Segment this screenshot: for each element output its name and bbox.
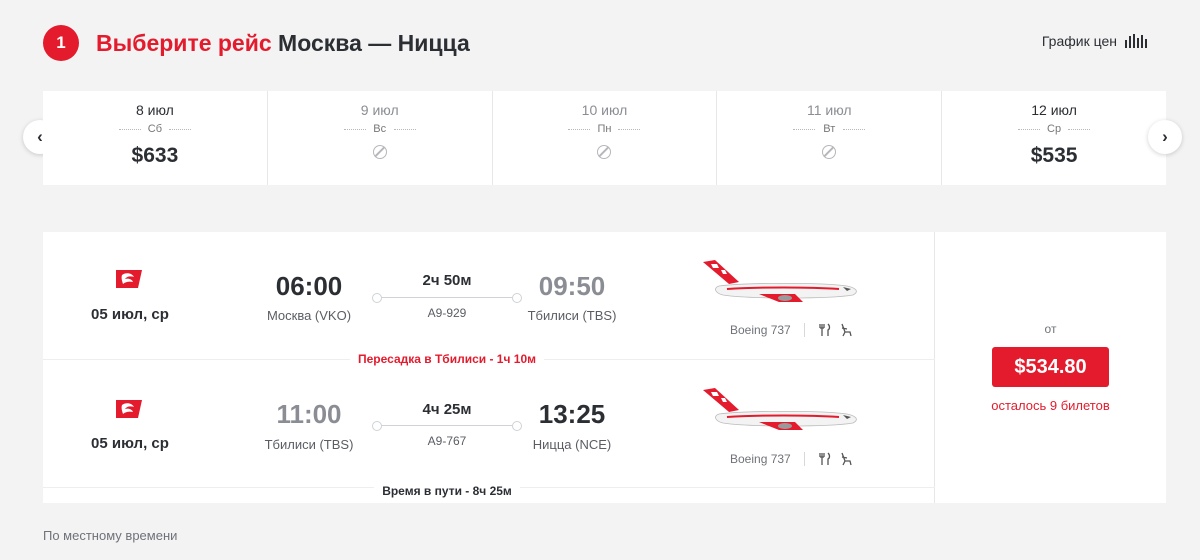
weekday-label: Вт [793,123,866,136]
airline-logo-icon [116,270,142,288]
arrival-airport: Ницца (NCE) [532,437,612,452]
date-option[interactable]: 8 июл Сб $633 [43,91,268,185]
date-option[interactable]: 10 июл Пн [493,91,718,185]
price-panel: от $534.80 осталось 9 билетов [935,232,1166,503]
no-flights-icon [372,145,387,159]
departure-airport: Москва (VKO) [266,308,352,323]
transfer-note-text: Пересадка в Тбилиси - 1ч 10м [349,352,544,366]
price-from-label: от [1044,322,1057,336]
airline-logo-icon [116,400,142,418]
date-label: 11 июл [806,102,852,118]
no-flights-icon [597,145,612,159]
next-dates-button[interactable]: › [1148,120,1182,154]
date-price: $535 [1030,144,1078,167]
weekday-label: Вс [343,123,416,136]
step-number-badge: 1 [43,25,79,61]
date-label: 8 июл [135,102,174,118]
date-price: $633 [131,144,179,167]
date-option[interactable]: 9 июл Вс [268,91,493,185]
select-flight-price-button[interactable]: $534.80 [992,347,1109,387]
seat-icon [841,323,852,337]
page-title-route: Москва — Ницца [278,30,470,56]
flight-segments: 05 июл, ср 06:00 Москва (VKO) 2ч 50м A9-… [43,232,935,503]
date-label: 10 июл [581,102,628,118]
departure-time: 06:00 [275,271,343,301]
transfer-note: Пересадка в Тбилиси - 1ч 10м [43,352,851,366]
weekday-label: Сб [118,123,191,136]
date-option[interactable]: 12 июл Ср $535 [942,91,1166,185]
weekday-label: Пн [568,123,641,136]
total-travel-time: Время в пути - 8ч 25м [43,484,851,498]
divider [804,323,805,337]
no-flights-icon [822,145,837,159]
arrival-airport: Тбилиси (TBS) [527,308,617,323]
flight-segment: 05 июл, ср 06:00 Москва (VKO) 2ч 50м A9-… [43,232,935,360]
flight-card[interactable]: 05 июл, ср 06:00 Москва (VKO) 2ч 50м A9-… [43,232,1166,503]
flight-segment: 05 июл, ср 11:00 Тбилиси (TBS) 4ч 25м A9… [43,360,935,488]
date-option[interactable]: 11 июл Вт [717,91,943,185]
departure-airport: Тбилиси (TBS) [264,437,354,452]
seats-left-note: осталось 9 билетов [991,398,1110,413]
price-chart-label: График цен [1041,33,1117,49]
bar-chart-icon [1125,34,1147,48]
page-title-prefix: Выберите рейс [96,30,272,56]
price-chart-link[interactable]: График цен [1042,33,1147,49]
departure-time: 11:00 [276,399,342,429]
date-label: 12 июл [1031,102,1077,118]
weekday-label: Ср [1018,123,1091,136]
meal-icon [819,323,831,336]
local-time-footnote: По местному времени [43,528,178,543]
date-selector: 8 июл Сб $633 9 июл Вс 10 июл Пн 11 июл … [43,91,1166,185]
segment-date: 05 июл, ср [91,435,169,452]
arrival-time: 09:50 [538,271,606,301]
aircraft-type: Boeing 737 [730,452,791,466]
date-label: 9 июл [360,102,399,118]
page-title: Выберите рейс Москва — Ницца [96,29,470,57]
meal-icon [819,452,831,465]
seat-icon [841,452,852,466]
aircraft-image [703,388,857,430]
segment-date: 05 июл, ср [91,306,169,323]
divider [804,452,805,466]
arrival-time: 13:25 [538,399,606,429]
total-travel-time-text: Время в пути - 8ч 25м [374,484,520,498]
aircraft-image [703,260,857,302]
aircraft-type: Boeing 737 [730,323,791,337]
